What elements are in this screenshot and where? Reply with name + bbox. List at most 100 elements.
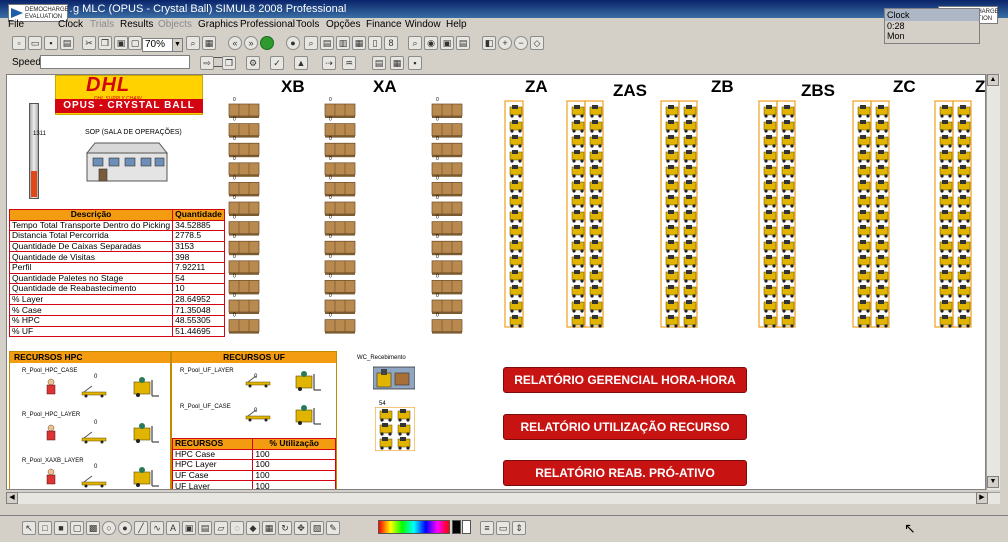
export-icon[interactable]: ▦ — [390, 56, 404, 70]
forklift-icon[interactable] — [763, 300, 777, 313]
forklift-icon[interactable] — [763, 270, 777, 283]
simulation-canvas[interactable]: DHL DHL SUPPLY CHAIN OPUS - CRYSTAL BALL… — [6, 74, 986, 490]
forklift-icon[interactable] — [857, 270, 871, 283]
forklift-icon[interactable] — [665, 285, 679, 298]
forklift-icon[interactable] — [939, 285, 953, 298]
copy-icon[interactable]: ❐ — [98, 36, 112, 50]
settings-icon[interactable]: ⚙ — [246, 56, 260, 70]
table-icon[interactable]: ▦ — [352, 36, 366, 50]
forklift-icon[interactable] — [939, 165, 953, 178]
forklift-icon[interactable] — [509, 315, 523, 328]
forklift-icon[interactable] — [509, 180, 523, 193]
forklift-icon[interactable] — [875, 285, 889, 298]
zoom-out-icon[interactable]: − — [514, 36, 528, 50]
forklift-icon[interactable] — [571, 300, 585, 313]
forklift-icon[interactable] — [763, 315, 777, 328]
forklift-icon[interactable] — [665, 105, 679, 118]
foreground-color-swatch[interactable] — [452, 520, 461, 534]
menu-clock[interactable]: Clock — [58, 19, 83, 31]
text-icon[interactable]: A — [166, 521, 180, 535]
forklift-icon[interactable] — [683, 165, 697, 178]
forklift-icon[interactable] — [857, 150, 871, 163]
forklift-icon[interactable] — [939, 270, 953, 283]
forklift-icon[interactable] — [875, 210, 889, 223]
forklift-icon[interactable] — [665, 195, 679, 208]
forklift-icon[interactable] — [571, 165, 585, 178]
forklift-icon[interactable] — [939, 120, 953, 133]
rotate-icon[interactable]: ↻ — [278, 521, 292, 535]
forklift-icon[interactable] — [665, 120, 679, 133]
forklift-icon[interactable] — [683, 255, 697, 268]
forklift-icon[interactable] — [939, 195, 953, 208]
bucket-icon[interactable]: ▲ — [294, 56, 308, 70]
forklift-icon[interactable] — [571, 150, 585, 163]
print-icon[interactable]: ▤ — [60, 36, 74, 50]
forklift-icon[interactable] — [957, 105, 971, 118]
forklift-icon[interactable] — [875, 195, 889, 208]
forklift-icon[interactable] — [875, 315, 889, 328]
forklift-icon[interactable] — [875, 225, 889, 238]
pen-icon[interactable]: ✎ — [326, 521, 340, 535]
menu-results[interactable]: Results — [120, 19, 153, 31]
forklift-icon[interactable] — [665, 210, 679, 223]
forklift-icon[interactable] — [781, 180, 795, 193]
forklift-icon[interactable] — [857, 285, 871, 298]
pointer-icon[interactable]: ↖ — [22, 521, 36, 535]
scroll-right-icon[interactable]: ▶ — [976, 492, 988, 504]
cut-icon[interactable]: ✂ — [82, 36, 96, 50]
forklift-icon[interactable] — [957, 135, 971, 148]
forklift-icon[interactable] — [781, 120, 795, 133]
forklift-icon[interactable] — [857, 180, 871, 193]
pallet-truck-icon[interactable] — [80, 430, 110, 444]
layer-icon[interactable]: ◧ — [482, 36, 496, 50]
forklift-icon[interactable] — [509, 105, 523, 118]
forklift-icon[interactable] — [781, 225, 795, 238]
pallet-truck-icon[interactable] — [80, 474, 110, 488]
color-palette[interactable] — [378, 520, 450, 534]
forklift-icon[interactable] — [397, 423, 411, 436]
forklift-icon[interactable] — [781, 165, 795, 178]
stop-icon[interactable]: ● — [286, 36, 300, 50]
forklift-icon[interactable] — [957, 240, 971, 253]
forklift-icon[interactable] — [589, 135, 603, 148]
number-icon[interactable]: 8 — [384, 36, 398, 50]
forklift-icon[interactable] — [875, 150, 889, 163]
forklift-icon[interactable] — [509, 285, 523, 298]
line-style-icon[interactable]: ≡ — [480, 521, 494, 535]
menu-help[interactable]: Help — [446, 19, 467, 31]
fill-icon[interactable]: ◆ — [246, 521, 260, 535]
forklift-icon[interactable] — [763, 120, 777, 133]
vertical-scrollbar[interactable]: ▲ ▼ — [986, 74, 1000, 490]
forklift-icon[interactable] — [763, 195, 777, 208]
pallet-truck-icon[interactable] — [80, 384, 110, 398]
zoom-icon[interactable]: ⌕ — [186, 36, 200, 50]
forklift-icon[interactable] — [571, 270, 585, 283]
pallet-icon[interactable] — [324, 319, 356, 334]
pallet-icon[interactable] — [228, 319, 260, 334]
forklift-icon[interactable] — [781, 195, 795, 208]
forklift-icon[interactable] — [857, 120, 871, 133]
forklift-icon[interactable] — [875, 300, 889, 313]
menu-graphics[interactable]: Graphics — [198, 19, 238, 31]
menu-file[interactable]: File — [8, 19, 24, 31]
forklift-icon[interactable] — [571, 120, 585, 133]
forklift-icon[interactable] — [665, 240, 679, 253]
route-graph-icon[interactable]: ♒ — [342, 56, 356, 70]
stage-gauge[interactable] — [29, 103, 39, 199]
forklift-icon[interactable] — [665, 315, 679, 328]
eraser-icon[interactable]: ▱ — [214, 521, 228, 535]
operator-icon[interactable] — [44, 424, 58, 442]
group-icon[interactable]: ▧ — [310, 521, 324, 535]
forklift-icon[interactable] — [875, 270, 889, 283]
forklift-icon[interactable] — [589, 180, 603, 193]
forklift-icon[interactable] — [763, 240, 777, 253]
copy-object-icon[interactable]: ❐ — [222, 56, 236, 70]
forklift-icon[interactable] — [875, 180, 889, 193]
forklift-icon[interactable] — [875, 105, 889, 118]
new-icon[interactable]: ▫ — [12, 36, 26, 50]
forklift-icon[interactable] — [589, 300, 603, 313]
forklift-icon[interactable] — [939, 240, 953, 253]
forklift-icon[interactable] — [589, 315, 603, 328]
pallet-truck-icon[interactable] — [244, 408, 274, 422]
forklift-icon[interactable] — [665, 180, 679, 193]
